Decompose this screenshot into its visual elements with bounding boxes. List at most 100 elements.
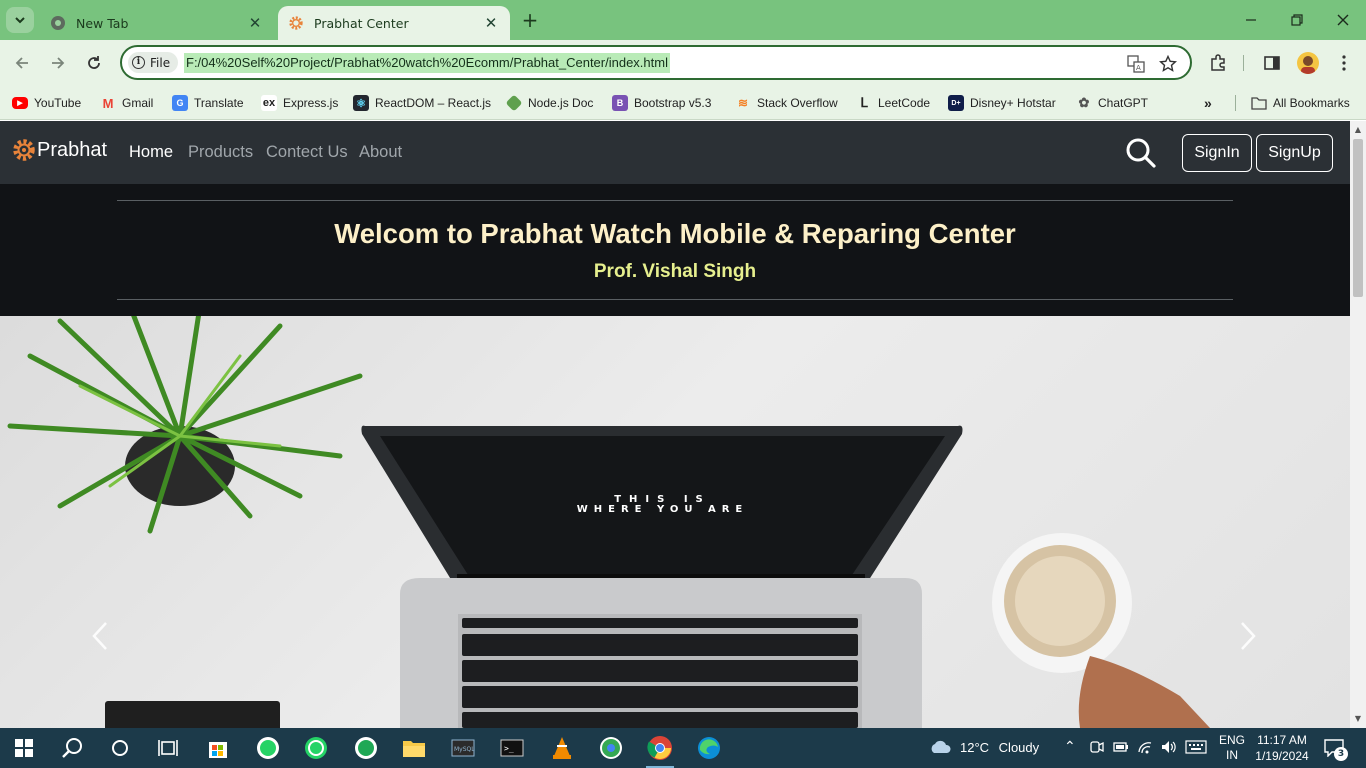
more-menu-icon[interactable]	[1332, 51, 1356, 75]
bookmark-leetcode[interactable]: ᒪ LeetCode	[856, 93, 930, 113]
bookmarks-overflow-button[interactable]: »	[1204, 93, 1212, 113]
whatsapp-app-3[interactable]	[346, 732, 386, 764]
bookmarks-divider	[1235, 95, 1236, 111]
url-text[interactable]: F:/04%20Self%20Project/Prabhat%20watch%2…	[184, 53, 670, 73]
arrow-right-icon	[52, 57, 65, 69]
minimize-icon	[1246, 19, 1256, 21]
nav-home[interactable]: Home	[129, 143, 173, 162]
bookmark-stackoverflow[interactable]: ≋ Stack Overflow	[735, 93, 838, 113]
profile-avatar[interactable]	[1297, 52, 1319, 74]
volume-icon[interactable]	[1160, 739, 1178, 758]
chrome-icon	[647, 736, 672, 760]
page-viewport: Prabhat Home Products Contect Us About S…	[0, 121, 1350, 728]
forward-button[interactable]	[44, 49, 72, 77]
close-icon[interactable]: ✕	[246, 14, 264, 32]
site-info-chip[interactable]: i File	[128, 52, 179, 73]
bookmark-bootstrap[interactable]: B Bootstrap v5.3	[612, 93, 711, 113]
bookmark-label: Disney+ Hotstar	[970, 96, 1056, 110]
page-scrollbar[interactable]: ▲ ▼	[1350, 121, 1366, 728]
file-explorer-app[interactable]	[394, 732, 434, 764]
side-panel-icon[interactable]	[1260, 51, 1284, 75]
whatsapp-app-1[interactable]	[248, 732, 288, 764]
start-button[interactable]	[4, 732, 44, 764]
close-window-button[interactable]	[1320, 6, 1366, 34]
bookmark-chatgpt[interactable]: ✿ ChatGPT	[1076, 93, 1148, 113]
scroll-up-arrow-icon[interactable]: ▲	[1350, 123, 1366, 137]
search-button[interactable]	[1125, 137, 1157, 169]
mysql-app[interactable]: MySQL	[443, 732, 483, 764]
welcome-banner: Welcom to Prabhat Watch Mobile & Reparin…	[0, 184, 1350, 316]
bookmark-translate[interactable]: G Translate	[172, 93, 244, 113]
extensions-icon[interactable]	[1206, 51, 1230, 75]
minimize-button[interactable]	[1228, 6, 1274, 34]
bookmark-youtube[interactable]: ▶ YouTube	[12, 93, 81, 113]
terminal-icon: >_	[500, 739, 524, 757]
arrow-left-icon	[15, 57, 28, 69]
brand-logo[interactable]: Prabhat	[12, 138, 107, 162]
whatsapp-icon	[305, 737, 327, 759]
carousel-next-button[interactable]	[1228, 616, 1268, 656]
restore-button[interactable]	[1274, 6, 1320, 34]
all-bookmarks-folder[interactable]: All Bookmarks	[1251, 93, 1350, 113]
tab-prabhat-center[interactable]: Prabhat Center ✕	[278, 6, 510, 40]
chrome-icon	[50, 15, 66, 31]
vlc-app[interactable]	[542, 732, 582, 764]
keyboard-icon[interactable]	[1185, 740, 1207, 757]
nav-contact[interactable]: Contect Us	[266, 143, 348, 162]
scroll-down-arrow-icon[interactable]: ▼	[1350, 712, 1366, 726]
bookmark-nodejs[interactable]: Node.js Doc	[505, 93, 593, 113]
whatsapp-app-2[interactable]	[296, 732, 336, 764]
leetcode-icon: ᒪ	[860, 95, 868, 110]
chrome-profile-app[interactable]	[591, 732, 631, 764]
store-icon	[209, 742, 227, 758]
edge-app[interactable]	[689, 732, 729, 764]
terminal-app[interactable]: >_	[492, 732, 532, 764]
language-indicator[interactable]: ENG IN	[1219, 733, 1245, 763]
scroll-thumb[interactable]	[1353, 139, 1363, 297]
bookmark-label: ChatGPT	[1098, 96, 1149, 110]
task-view-button[interactable]	[148, 732, 188, 764]
new-tab-button[interactable]: +	[518, 8, 542, 32]
back-button[interactable]	[8, 49, 36, 77]
bookmark-gmail[interactable]: M Gmail	[100, 93, 154, 113]
signin-button[interactable]: SignIn	[1182, 134, 1252, 172]
vlc-icon	[553, 737, 571, 759]
nav-about[interactable]: About	[359, 143, 402, 162]
close-icon[interactable]: ✕	[482, 14, 500, 32]
cortana-button[interactable]	[100, 732, 140, 764]
reload-button[interactable]	[80, 49, 108, 77]
bookmark-label: Stack Overflow	[757, 96, 838, 110]
meet-now-icon[interactable]	[1090, 739, 1104, 758]
system-clock[interactable]: 11:17 AM 1/19/2024	[1253, 732, 1311, 764]
notifications-button[interactable]: 3	[1324, 737, 1350, 761]
stackoverflow-icon: ≋	[737, 96, 749, 110]
bookmark-star-icon[interactable]	[1158, 54, 1178, 74]
windows-taskbar: MySQL >_ 12°C Cloudy ⌃ ENG IN 11:17 AM 1…	[0, 728, 1366, 768]
bookmark-label: Express.js	[283, 96, 339, 110]
nodejs-icon	[505, 94, 523, 112]
bookmark-express[interactable]: ex Express.js	[261, 93, 338, 113]
bookmark-react[interactable]: ⚛ ReactDOM – React.js	[353, 93, 491, 113]
toolbar-divider	[1243, 55, 1244, 71]
weather-widget[interactable]: 12°C Cloudy	[960, 740, 1039, 755]
tab-new-tab[interactable]: New Tab ✕	[40, 6, 274, 40]
battery-icon[interactable]	[1113, 740, 1129, 757]
youtube-icon: ▶	[12, 97, 28, 109]
restore-icon	[1291, 14, 1303, 26]
carousel-prev-button[interactable]	[80, 616, 120, 656]
svg-text:MySQL: MySQL	[454, 746, 475, 753]
chevron-up-icon[interactable]: ⌃	[1064, 738, 1076, 755]
translate-page-icon[interactable]: A	[1126, 54, 1146, 74]
nav-products[interactable]: Products	[188, 143, 253, 162]
bookmark-hotstar[interactable]: D+ Disney+ Hotstar	[948, 93, 1056, 113]
signup-button[interactable]: SignUp	[1256, 134, 1333, 172]
wifi-icon[interactable]	[1137, 739, 1153, 758]
search-taskbar-button[interactable]	[52, 732, 92, 764]
store-app[interactable]	[198, 732, 238, 764]
tab-search-button[interactable]	[6, 7, 34, 33]
chrome-app[interactable]	[640, 732, 680, 768]
address-bar[interactable]: i File F:/04%20Self%20Project/Prabhat%20…	[120, 45, 1192, 80]
bookmarks-bar: ▶ YouTube M Gmail G Translate ex Express…	[0, 85, 1366, 120]
info-icon: i	[132, 56, 145, 69]
tab-title: Prabhat Center	[314, 15, 409, 31]
